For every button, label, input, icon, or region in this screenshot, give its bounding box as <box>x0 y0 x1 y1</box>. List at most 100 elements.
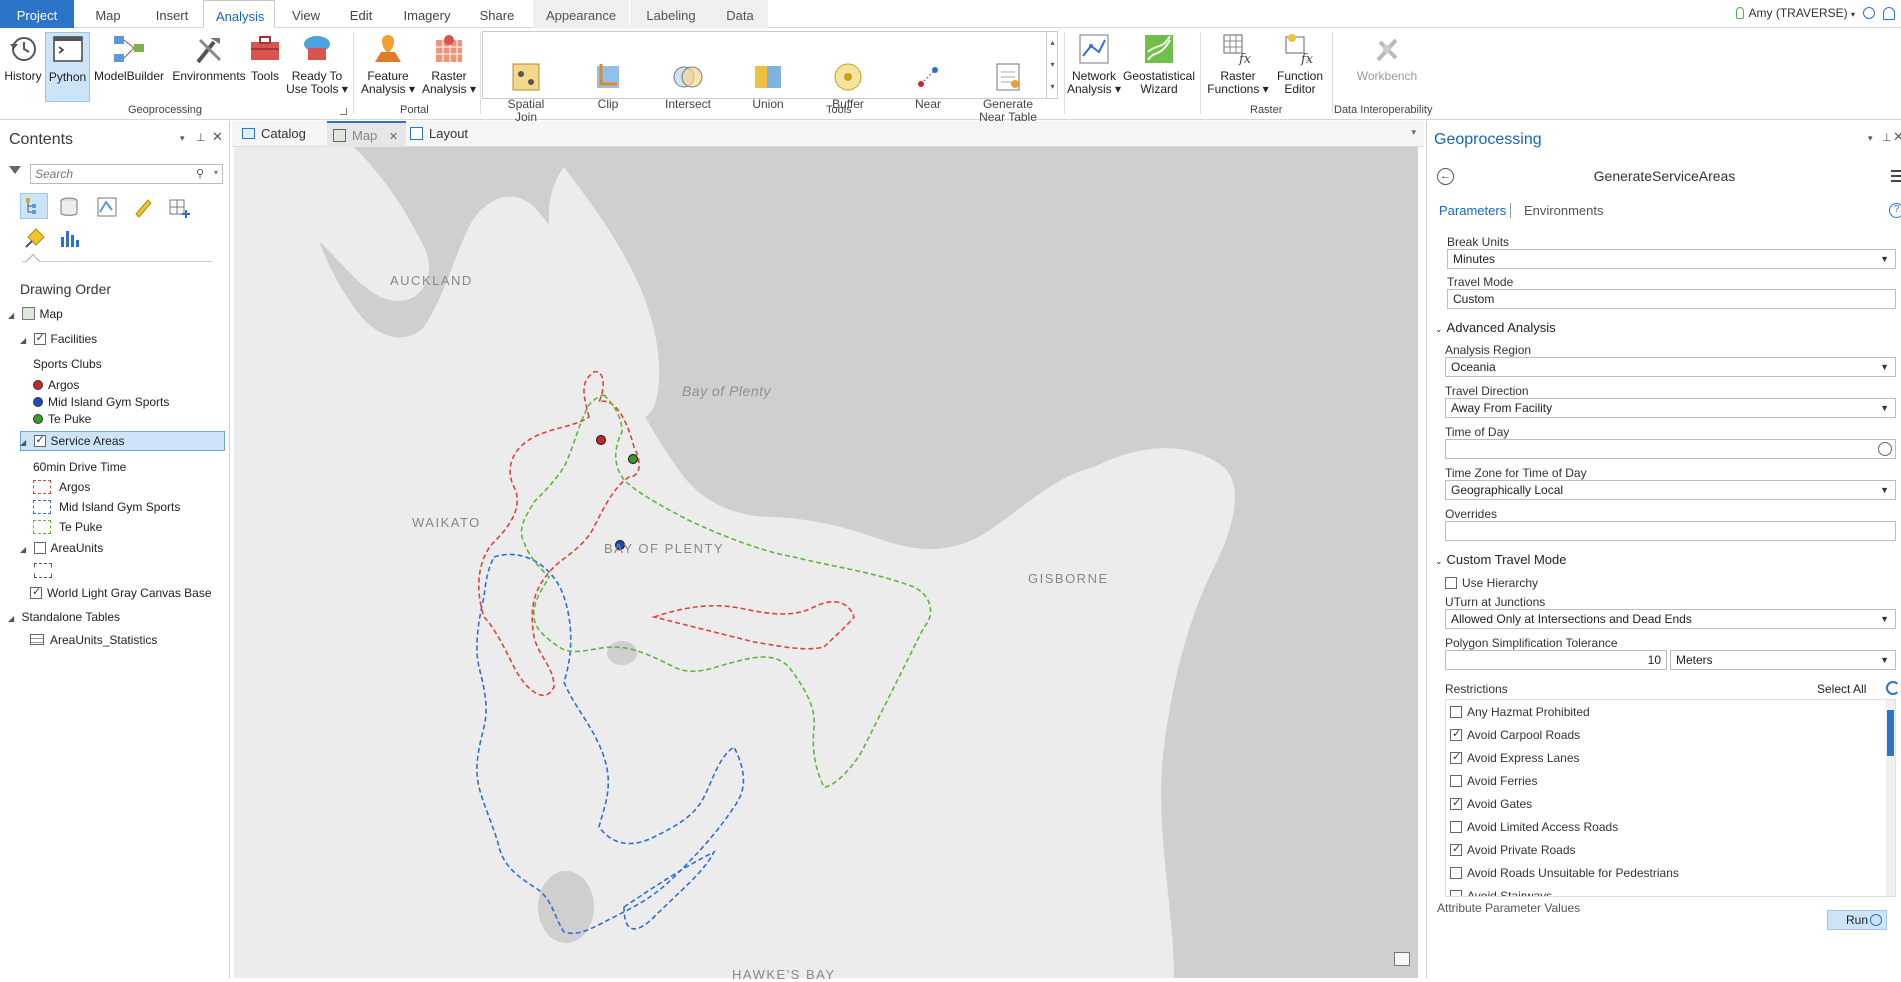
ribbon-tab-appearance[interactable]: Appearance <box>533 0 629 28</box>
break-units-select[interactable]: Minutes ▼ <box>1447 249 1896 269</box>
time-of-day-input[interactable] <box>1445 439 1896 459</box>
refresh-icon[interactable] <box>1886 681 1900 695</box>
toc-service-areas[interactable]: ◢ Service Areas <box>20 433 125 448</box>
facility-argos-point[interactable] <box>596 435 606 445</box>
restriction-item[interactable]: Avoid Ferries <box>1450 774 1537 788</box>
ribbon-tab-view[interactable]: View <box>280 0 332 28</box>
tab-overflow-icon[interactable]: ▾ <box>1411 127 1416 138</box>
restriction-checkbox[interactable] <box>1450 796 1462 810</box>
list-by-snapping-icon[interactable] <box>168 196 190 218</box>
tool-intersect-button[interactable]: Intersect <box>652 60 724 111</box>
hamburger-menu-icon[interactable] <box>1891 170 1901 182</box>
travel-direction-select[interactable]: Away From Facility ▼ <box>1445 398 1896 418</box>
layer-visibility-checkbox[interactable] <box>30 585 42 599</box>
ribbon-tab-map[interactable]: Map <box>78 0 138 28</box>
geostatistical-wizard-button[interactable]: Geostatistical Wizard <box>1122 32 1196 96</box>
restriction-item[interactable]: Avoid Carpool Roads <box>1450 727 1580 742</box>
function-editor-button[interactable]: fx Function Editor <box>1272 32 1328 96</box>
ready-to-use-tools-button[interactable]: Ready To Use Tools ▾ <box>286 32 348 96</box>
list-by-editing-icon[interactable] <box>132 196 154 218</box>
ribbon-tab-project[interactable]: Project <box>0 0 74 28</box>
close-icon[interactable]: ✕ <box>1893 129 1901 145</box>
tab-parameters[interactable]: Parameters <box>1439 203 1506 218</box>
chevron-down-icon[interactable]: ▾ <box>214 168 218 177</box>
restriction-checkbox[interactable] <box>1450 842 1462 856</box>
tool-near-button[interactable]: Near <box>892 60 964 111</box>
map-canvas[interactable] <box>234 147 1418 978</box>
python-button[interactable]: Python <box>45 32 90 102</box>
expand-icon[interactable]: ◢ <box>8 311 14 320</box>
restriction-checkbox[interactable] <box>1450 821 1462 833</box>
history-button[interactable]: History <box>3 32 43 83</box>
workbench-button[interactable]: Workbench <box>1348 32 1426 83</box>
run-button[interactable]: Run <box>1827 910 1887 930</box>
restriction-checkbox[interactable] <box>1450 750 1462 764</box>
list-by-selection-icon[interactable] <box>96 196 118 218</box>
restriction-item[interactable]: Avoid Roads Unsuitable for Pedestrians <box>1450 866 1679 880</box>
close-icon[interactable]: ✕ <box>389 131 398 143</box>
search-icon[interactable]: ⚲ <box>196 167 204 180</box>
expand-icon[interactable]: ◢ <box>20 438 26 447</box>
tool-clip-button[interactable]: Clip <box>572 60 644 111</box>
restriction-item[interactable]: Any Hazmat Prohibited <box>1450 705 1590 719</box>
layer-visibility-checkbox[interactable] <box>33 331 46 345</box>
expand-icon[interactable]: ◢ <box>8 614 14 623</box>
dialog-launcher-icon[interactable] <box>340 108 347 115</box>
restriction-checkbox[interactable] <box>1450 706 1462 718</box>
travel-mode-field[interactable]: Custom <box>1447 289 1896 309</box>
select-all-button[interactable]: Select All <box>1817 682 1866 696</box>
pin-icon[interactable]: ⊥ <box>1882 131 1892 144</box>
layer-visibility-checkbox[interactable] <box>33 542 46 554</box>
ribbon-tab-data[interactable]: Data <box>712 0 768 28</box>
restriction-item[interactable]: Avoid Limited Access Roads <box>1450 820 1618 834</box>
ribbon-tab-edit[interactable]: Edit <box>336 0 386 28</box>
ribbon-tab-insert[interactable]: Insert <box>140 0 204 28</box>
pane-menu-icon[interactable]: ▾ <box>180 133 185 144</box>
scrollbar-thumb[interactable] <box>1887 710 1894 756</box>
notification-icon[interactable] <box>1883 7 1895 20</box>
feature-analysis-button[interactable]: Feature Analysis ▾ <box>358 32 418 96</box>
list-by-charts-icon[interactable] <box>58 227 80 249</box>
expand-icon[interactable]: ◢ <box>20 545 26 554</box>
ribbon-tab-analysis[interactable]: Analysis <box>203 0 275 28</box>
search-input[interactable] <box>31 165 181 183</box>
uturn-select[interactable]: Allowed Only at Intersections and Dead E… <box>1445 609 1896 629</box>
help-icon[interactable] <box>1863 7 1875 19</box>
tab-layout[interactable]: Layout <box>404 121 476 147</box>
tool-spatial-button[interactable]: Spatial Join <box>490 60 562 124</box>
toc-map[interactable]: ◢ Map <box>8 307 63 321</box>
analysis-region-select[interactable]: Oceania ▼ <box>1445 357 1896 377</box>
attribute-parameter-values-label[interactable]: Attribute Parameter Values <box>1437 901 1580 913</box>
clock-icon[interactable] <box>1878 442 1892 456</box>
list-by-labeling-icon[interactable] <box>24 227 46 249</box>
toc-basemap[interactable]: World Light Gray Canvas Base <box>30 585 212 600</box>
restriction-checkbox[interactable] <box>1450 890 1462 896</box>
raster-analysis-button[interactable]: Raster Analysis ▾ <box>420 32 478 96</box>
ribbon-tab-imagery[interactable]: Imagery <box>390 0 464 28</box>
pane-menu-icon[interactable]: ▾ <box>1868 133 1873 144</box>
list-by-source-icon[interactable] <box>58 196 80 218</box>
network-analysis-button[interactable]: Network Analysis ▾ <box>1066 32 1122 96</box>
contents-search-box[interactable]: ⚲ ▾ <box>30 164 223 184</box>
gallery-scroll[interactable]: ▴ ▾ ▾ <box>1046 32 1058 98</box>
toc-facilities[interactable]: ◢ Facilities <box>20 331 97 346</box>
ribbon-tab-labeling[interactable]: Labeling <box>630 0 712 28</box>
tool-generate-button[interactable]: Generate Near Table <box>972 60 1044 124</box>
tab-catalog[interactable]: Catalog <box>236 121 314 147</box>
help-icon[interactable]: ? <box>1889 203 1901 218</box>
environments-button[interactable]: Environments <box>170 32 248 83</box>
restriction-checkbox[interactable] <box>1450 727 1462 741</box>
tab-environments[interactable]: Environments <box>1524 203 1603 218</box>
restriction-item[interactable]: Avoid Private Roads <box>1450 842 1576 857</box>
tolerance-units-select[interactable]: Meters ▼ <box>1670 650 1896 670</box>
tool-union-button[interactable]: Union <box>732 60 804 111</box>
restriction-item[interactable]: Avoid Stairways <box>1450 889 1552 896</box>
list-by-drawing-order-icon[interactable] <box>20 193 48 219</box>
modelbuilder-button[interactable]: ModelBuilder <box>92 32 166 83</box>
advanced-analysis-section[interactable]: ⌄ Advanced Analysis <box>1435 320 1556 335</box>
raster-functions-button[interactable]: fx Raster Functions ▾ <box>1206 32 1270 96</box>
close-icon[interactable]: ✕ <box>212 129 223 145</box>
ribbon-tab-share[interactable]: Share <box>467 0 527 28</box>
restriction-item[interactable]: Avoid Gates <box>1450 796 1532 811</box>
overrides-input[interactable] <box>1445 521 1896 541</box>
